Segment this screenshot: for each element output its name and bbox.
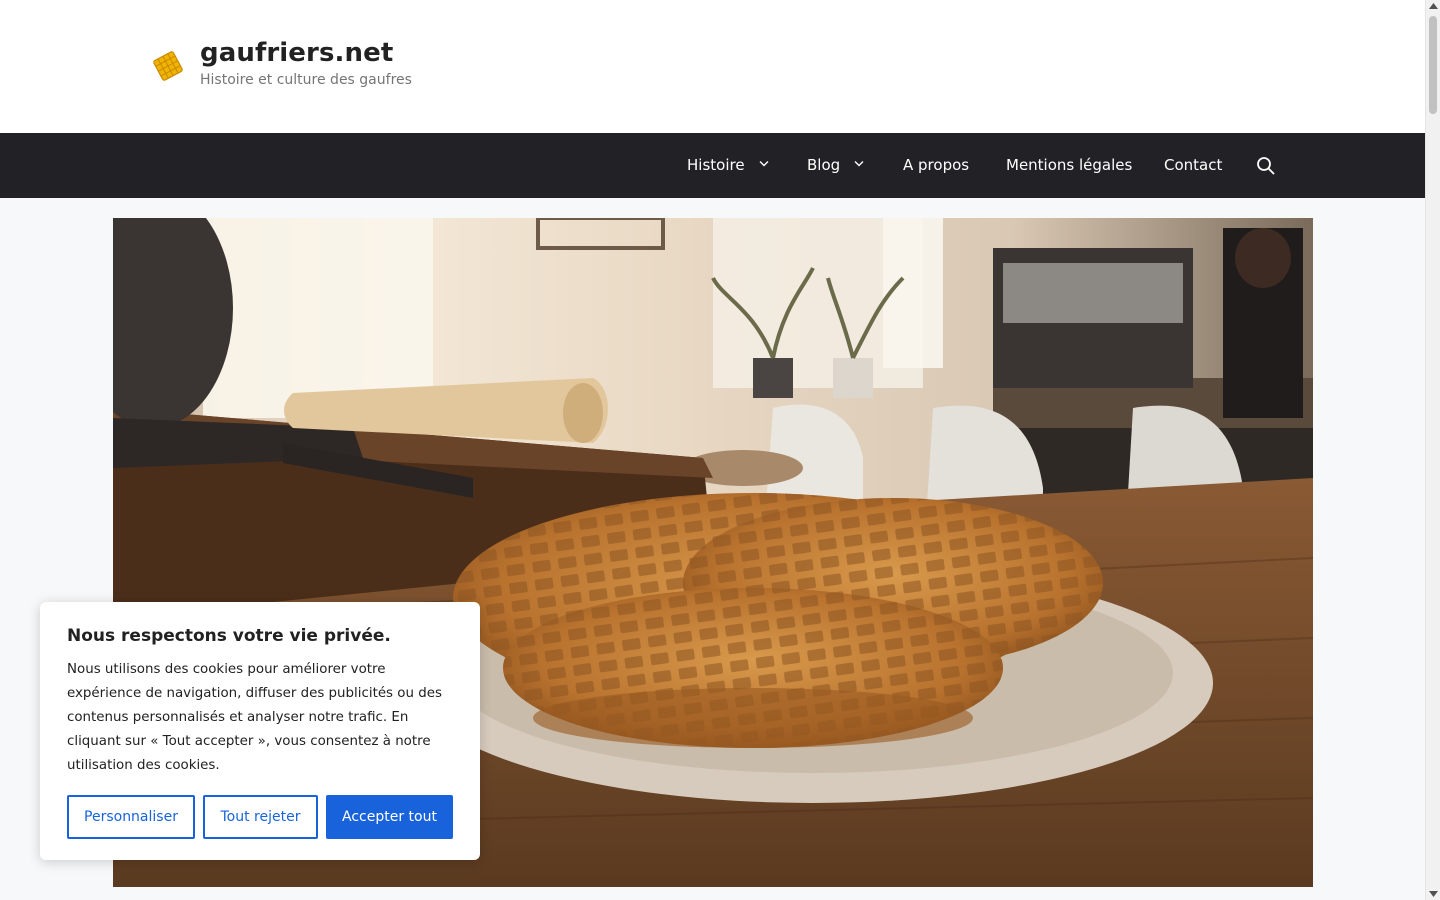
nav-item-a-propos[interactable]: A propos [903,133,969,198]
nav-item-label: Contact [1164,156,1223,174]
site-tagline: Histoire et culture des gaufres [200,72,412,88]
cookie-title: Nous respectons votre vie privée. [67,626,391,646]
nav-item-label: Histoire [687,156,745,174]
main-navigation: Histoire Blog A propos Mentions légales … [0,133,1425,198]
chevron-down-icon [759,161,769,167]
site-header: gaufriers.net Histoire et culture des ga… [0,0,1425,133]
customize-button[interactable]: Personnaliser [67,795,195,839]
scroll-up-arrow-icon[interactable] [1429,3,1438,9]
scroll-down-arrow-icon[interactable] [1429,891,1438,897]
nav-item-label: Mentions légales [1006,156,1133,174]
nav-item-label: A propos [903,156,970,174]
accept-all-button[interactable]: Accepter tout [326,795,453,839]
cookie-description: Nous utilisons des cookies pour améliore… [67,662,442,773]
nav-item-label: Blog [807,156,841,174]
nav-item-mentions-legales[interactable]: Mentions légales [1006,133,1132,198]
reject-all-button[interactable]: Tout rejeter [203,795,318,839]
search-icon[interactable] [1256,156,1276,176]
scrollbar-thumb[interactable] [1429,16,1437,114]
nav-item-blog[interactable]: Blog [807,133,864,198]
chevron-down-icon [854,161,864,167]
page-scrollbar[interactable] [1425,0,1440,900]
nav-item-contact[interactable]: Contact [1164,133,1222,198]
cookie-consent-banner: Nous respectons votre vie privée. Nous u… [40,602,480,860]
waffle-logo-icon[interactable] [153,50,183,82]
nav-item-histoire[interactable]: Histoire [687,133,769,198]
site-title[interactable]: gaufriers.net [200,38,393,68]
